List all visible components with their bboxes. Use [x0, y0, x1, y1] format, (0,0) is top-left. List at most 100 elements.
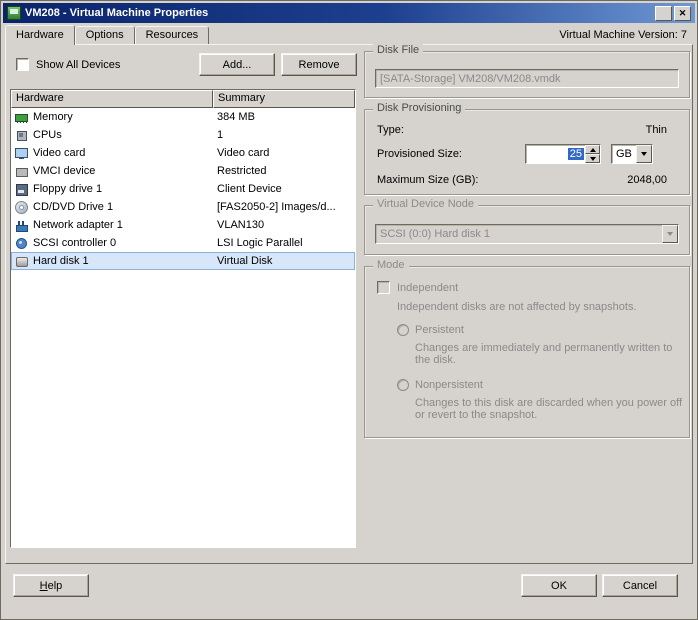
independent-description: Independent disks are not affected by sn…	[397, 301, 637, 313]
mode-group-label: Mode	[373, 259, 409, 271]
maximum-size-label: Maximum Size (GB):	[377, 174, 478, 186]
row-video-card[interactable]: Video card Video card	[11, 144, 355, 162]
nonpersistent-label: Nonpersistent	[415, 379, 483, 391]
network-adapter-icon	[15, 219, 28, 232]
show-all-devices-checkbox[interactable]	[16, 58, 29, 71]
summary-cell: Restricted	[213, 165, 355, 177]
device-label: SCSI controller 0	[33, 237, 116, 249]
row-scsi-controller[interactable]: SCSI controller 0 LSI Logic Parallel	[11, 234, 355, 252]
cpu-icon	[15, 129, 28, 142]
row-cpus[interactable]: CPUs 1	[11, 126, 355, 144]
dropdown-arrow-icon	[667, 232, 673, 236]
disk-provisioning-group: Disk Provisioning Type: Thin Provisioned…	[364, 109, 690, 195]
close-button[interactable]: ✕	[674, 6, 691, 21]
spin-up-icon	[590, 148, 596, 152]
row-hard-disk[interactable]: Hard disk 1 Virtual Disk	[11, 252, 355, 270]
add-button[interactable]: Add...	[199, 53, 275, 76]
help-button[interactable]: Help	[13, 574, 89, 597]
hardware-tab-page: Show All Devices Add... Remove Hardware …	[5, 44, 693, 564]
virtual-device-node-dropdown-button	[662, 225, 678, 243]
disk-file-input: [SATA-Storage] VM208/VM208.vmdk	[375, 69, 679, 88]
tab-options-label: Options	[86, 29, 124, 41]
vm-icon	[7, 6, 21, 20]
titlebar: VM208 - Virtual Machine Properties ✕	[3, 3, 695, 23]
vmci-device-icon	[15, 165, 28, 178]
row-vmci-device[interactable]: VMCI device Restricted	[11, 162, 355, 180]
device-label: Floppy drive 1	[33, 183, 102, 195]
size-unit-select[interactable]: GB	[611, 144, 653, 164]
device-cell: Hard disk 1	[11, 255, 213, 268]
ok-button[interactable]: OK	[521, 574, 597, 597]
summary-cell: VLAN130	[213, 219, 355, 231]
help-button-label: Help	[40, 580, 63, 592]
ok-button-label: OK	[551, 580, 567, 592]
hard-disk-icon	[15, 255, 28, 268]
scsi-controller-icon	[15, 237, 28, 250]
nonpersistent-description: Changes to this disk are discarded when …	[415, 397, 687, 421]
persistent-radio	[397, 324, 409, 336]
device-label: Hard disk 1	[33, 255, 89, 267]
summary-cell: LSI Logic Parallel	[213, 237, 355, 249]
virtual-device-node-group: Virtual Device Node SCSI (0:0) Hard disk…	[364, 205, 690, 255]
independent-checkbox	[377, 281, 390, 294]
summary-cell: [FAS2050-2] Images/d...	[213, 201, 355, 213]
device-label: CPUs	[33, 129, 62, 141]
add-button-label: Add...	[223, 59, 252, 71]
nonpersistent-radio	[397, 379, 409, 391]
row-network-adapter[interactable]: Network adapter 1 VLAN130	[11, 216, 355, 234]
device-cell: Floppy drive 1	[11, 183, 213, 196]
hardware-device-table: Hardware Summary Memory 384 MB CPUs 1 Vi…	[10, 89, 356, 548]
summary-cell: 1	[213, 129, 355, 141]
video-card-icon	[15, 147, 28, 160]
device-cell: Network adapter 1	[11, 219, 213, 232]
remove-button[interactable]: Remove	[281, 53, 357, 76]
titlebar-extra-button[interactable]	[655, 6, 672, 21]
size-unit-dropdown-button[interactable]	[636, 145, 652, 163]
device-cell: Memory	[11, 111, 213, 124]
device-cell: CPUs	[11, 129, 213, 142]
tab-resources[interactable]: Resources	[135, 26, 210, 44]
row-floppy-drive[interactable]: Floppy drive 1 Client Device	[11, 180, 355, 198]
show-all-devices-label: Show All Devices	[36, 59, 120, 71]
provisioned-size-input[interactable]: 25	[525, 144, 601, 164]
summary-column-header[interactable]: Summary	[213, 90, 355, 108]
cancel-button[interactable]: Cancel	[602, 574, 678, 597]
device-label: Video card	[33, 147, 85, 159]
size-spinner	[585, 145, 600, 163]
independent-label: Independent	[397, 282, 458, 294]
type-label: Type:	[377, 124, 404, 136]
spin-down-button[interactable]	[585, 154, 600, 163]
provisioned-size-label: Provisioned Size:	[377, 148, 462, 160]
cd-dvd-drive-icon	[15, 201, 28, 214]
tab-options[interactable]: Options	[75, 26, 135, 44]
type-value: Thin	[646, 124, 667, 136]
tab-hardware-label: Hardware	[16, 29, 64, 41]
row-cd-dvd-drive[interactable]: CD/DVD Drive 1 [FAS2050-2] Images/d...	[11, 198, 355, 216]
summary-cell: 384 MB	[213, 111, 355, 123]
vm-version-label: Virtual Machine Version: 7	[559, 29, 693, 41]
persistent-description: Changes are immediately and permanently …	[415, 342, 677, 366]
virtual-device-node-group-label: Virtual Device Node	[373, 198, 478, 210]
device-label: Network adapter 1	[33, 219, 123, 231]
table-header: Hardware Summary	[11, 90, 355, 108]
remove-button-label: Remove	[299, 59, 340, 71]
device-label: VMCI device	[33, 165, 95, 177]
row-memory[interactable]: Memory 384 MB	[11, 108, 355, 126]
memory-icon	[15, 111, 28, 124]
device-label: Memory	[33, 111, 73, 123]
device-cell: VMCI device	[11, 165, 213, 178]
virtual-device-node-value: SCSI (0:0) Hard disk 1	[376, 225, 662, 243]
mode-group: Mode Independent Independent disks are n…	[364, 266, 690, 438]
cancel-button-label: Cancel	[623, 580, 657, 592]
spin-down-icon	[590, 157, 596, 161]
vm-properties-window: VM208 - Virtual Machine Properties ✕ Har…	[0, 0, 698, 620]
window-title: VM208 - Virtual Machine Properties	[25, 7, 653, 19]
tab-hardware[interactable]: Hardware	[5, 25, 75, 45]
floppy-drive-icon	[15, 183, 28, 196]
spin-up-button[interactable]	[585, 145, 600, 154]
disk-file-group: Disk File [SATA-Storage] VM208/VM208.vmd…	[364, 51, 690, 98]
disk-file-group-label: Disk File	[373, 44, 423, 56]
device-cell: SCSI controller 0	[11, 237, 213, 250]
dropdown-arrow-icon	[641, 152, 647, 156]
hardware-column-header[interactable]: Hardware	[11, 90, 213, 108]
